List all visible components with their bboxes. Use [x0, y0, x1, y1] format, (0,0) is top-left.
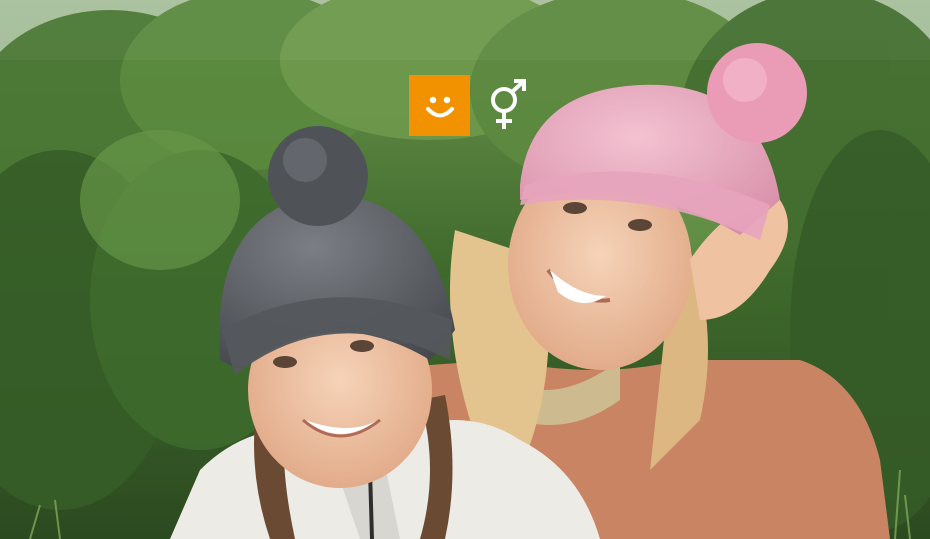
unisex-gender-icon — [491, 78, 526, 129]
smiley-icon — [425, 96, 454, 117]
unisex-badge[interactable] — [484, 75, 532, 136]
kids-size-badge[interactable] — [409, 75, 470, 136]
product-badges — [409, 75, 532, 136]
photo-frame — [0, 0, 930, 539]
